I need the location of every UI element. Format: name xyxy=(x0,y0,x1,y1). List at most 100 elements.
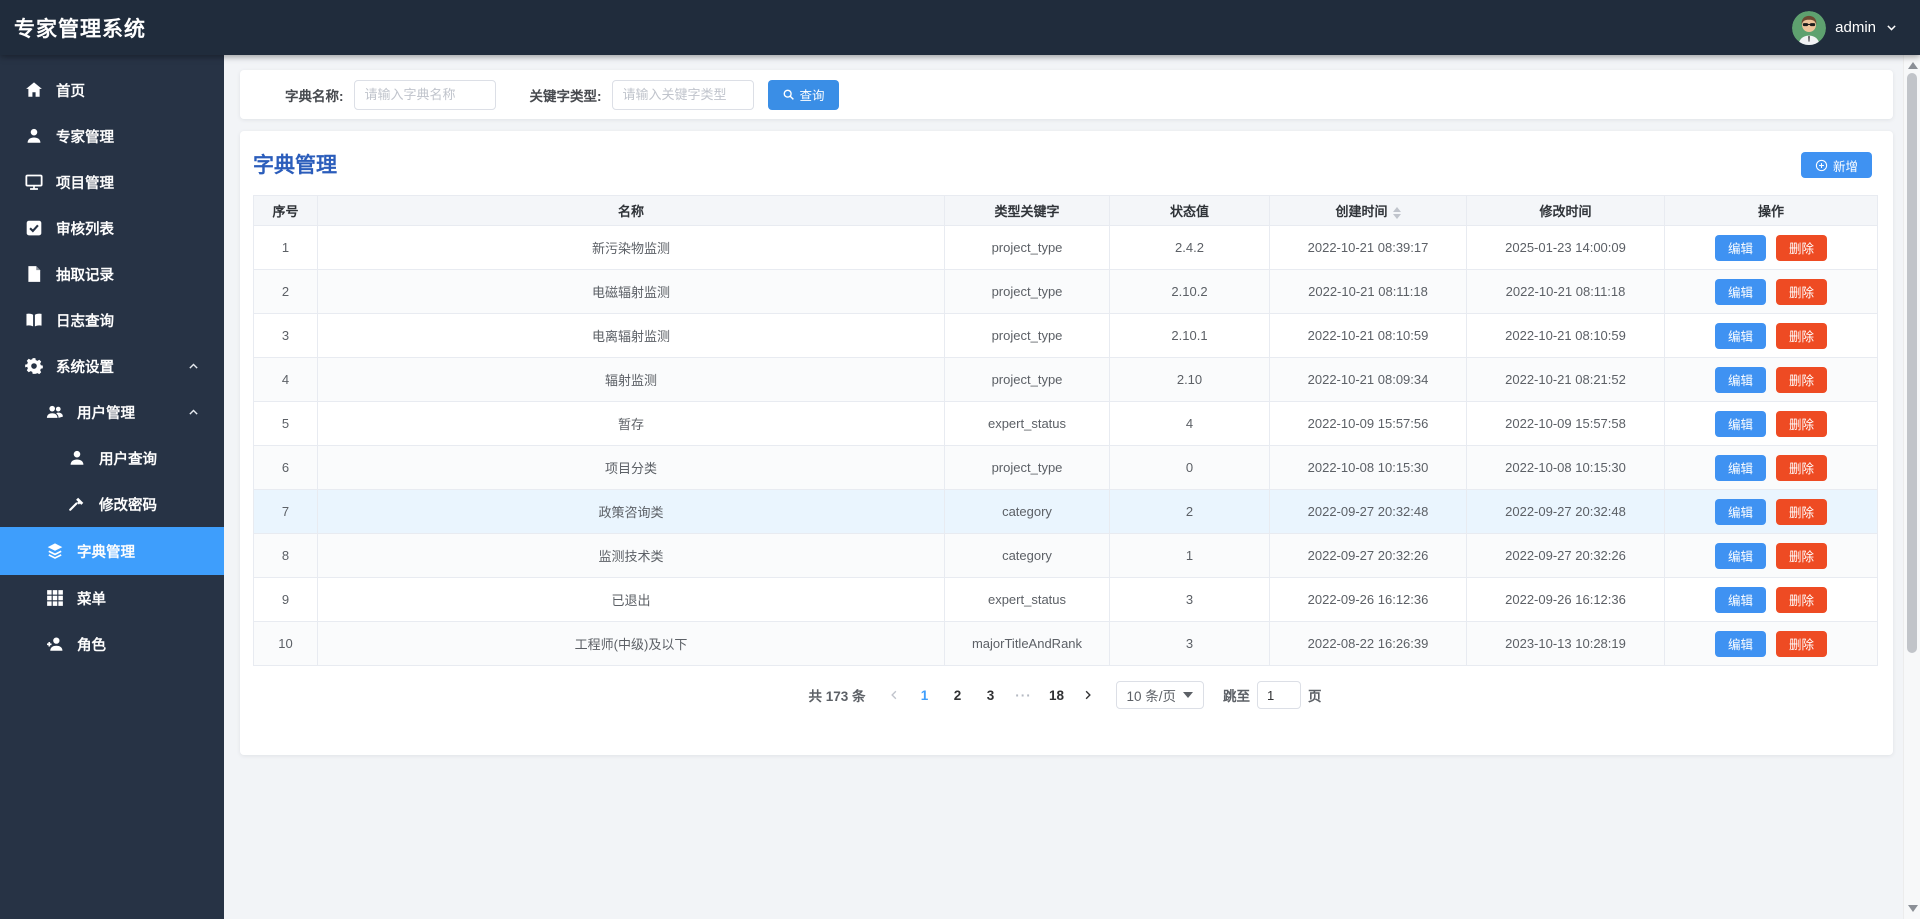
edit-button[interactable]: 编辑 xyxy=(1714,322,1766,349)
cell-no: 1 xyxy=(253,225,318,270)
delete-button[interactable]: 删除 xyxy=(1776,498,1828,525)
plus-circle-icon xyxy=(1815,159,1828,172)
cell-status: 3 xyxy=(1109,621,1270,666)
sidebar-item-审核列表[interactable]: 审核列表 xyxy=(0,205,224,251)
layers-icon xyxy=(46,542,64,560)
book-icon xyxy=(25,311,43,329)
edit-button[interactable]: 编辑 xyxy=(1714,234,1766,261)
sidebar: 首页专家管理项目管理审核列表抽取记录日志查询系统设置用户管理用户查询修改密码字典… xyxy=(0,55,224,919)
keyword-type-input[interactable] xyxy=(611,79,754,110)
page-numbers: 1 2 3 ··· 18 xyxy=(912,682,1070,708)
delete-button[interactable]: 删除 xyxy=(1776,454,1828,481)
edit-button[interactable]: 编辑 xyxy=(1714,366,1766,393)
scroll-up-icon[interactable] xyxy=(1908,62,1918,69)
chevron-up-icon[interactable] xyxy=(187,406,200,419)
dictionary-table: 序号 名称 类型关键字 状态值 创建时间 修改时间 操作 1 新污染物监测 project_ty… xyxy=(253,195,1878,666)
sidebar-item-菜单[interactable]: 菜单 xyxy=(0,575,224,621)
delete-button[interactable]: 删除 xyxy=(1776,542,1828,569)
sort-carets-icon[interactable] xyxy=(1392,206,1401,219)
edit-button[interactable]: 编辑 xyxy=(1714,410,1766,437)
sidebar-item-项目管理[interactable]: 项目管理 xyxy=(0,159,224,205)
sidebar-item-用户查询[interactable]: 用户查询 xyxy=(0,435,224,481)
cell-actions: 编辑 删除 xyxy=(1664,225,1878,270)
table-row: 2 电磁辐射监测 project_type 2.10.2 2022-10-21 08:1… xyxy=(253,269,1878,314)
delete-button[interactable]: 删除 xyxy=(1776,234,1828,261)
add-button[interactable]: 新增 xyxy=(1800,152,1872,178)
sidebar-item-label: 修改密码 xyxy=(99,497,157,514)
column-header[interactable]: 创建时间 xyxy=(1269,195,1467,226)
avatar[interactable] xyxy=(1792,10,1827,45)
table-row: 7 政策咨询类 category 2 2022-09-27 20:32:48 2022-0… xyxy=(253,489,1878,534)
delete-button[interactable]: 删除 xyxy=(1776,630,1828,657)
cell-created: 2022-10-09 15:57:56 xyxy=(1269,401,1467,446)
edit-button[interactable]: 编辑 xyxy=(1714,542,1766,569)
user-menu[interactable]: admin xyxy=(1792,10,1898,45)
edit-button[interactable]: 编辑 xyxy=(1714,630,1766,657)
vertical-scrollbar[interactable] xyxy=(1903,55,1920,919)
delete-button[interactable]: 删除 xyxy=(1776,322,1828,349)
column-header: 名称 xyxy=(317,195,945,226)
edit-button[interactable]: 编辑 xyxy=(1714,498,1766,525)
delete-button[interactable]: 删除 xyxy=(1776,366,1828,393)
edit-button[interactable]: 编辑 xyxy=(1714,454,1766,481)
sidebar-item-抽取记录[interactable]: 抽取记录 xyxy=(0,251,224,297)
page-title: 字典管理 xyxy=(253,154,337,177)
sidebar-item-label: 系统设置 xyxy=(56,359,114,376)
sidebar-item-角色[interactable]: 角色 xyxy=(0,621,224,667)
sidebar-item-日志查询[interactable]: 日志查询 xyxy=(0,297,224,343)
sidebar-item-用户管理[interactable]: 用户管理 xyxy=(0,389,224,435)
delete-button[interactable]: 删除 xyxy=(1776,586,1828,613)
table-header-row: 序号 名称 类型关键字 状态值 创建时间 修改时间 操作 xyxy=(253,195,1878,226)
sidebar-item-label: 菜单 xyxy=(77,591,106,608)
cell-created: 2022-09-26 16:12:36 xyxy=(1269,577,1467,622)
edit-button[interactable]: 编辑 xyxy=(1714,278,1766,305)
cell-modified: 2022-09-26 16:12:36 xyxy=(1466,577,1665,622)
jump-page-input[interactable] xyxy=(1257,681,1302,709)
cell-modified: 2022-10-21 08:11:18 xyxy=(1466,269,1665,314)
cell-modified: 2022-09-27 20:32:26 xyxy=(1466,533,1665,578)
cell-no: 4 xyxy=(253,357,318,402)
monitor-icon xyxy=(25,173,43,191)
page-number-18[interactable]: 18 xyxy=(1044,682,1070,708)
chevron-up-icon[interactable] xyxy=(187,360,200,373)
sidebar-item-系统设置[interactable]: 系统设置 xyxy=(0,343,224,389)
jump-label: 跳至 xyxy=(1223,689,1251,704)
page-size-select[interactable]: 10 条/页 xyxy=(1115,681,1205,709)
sidebar-item-label: 字典管理 xyxy=(77,544,135,561)
delete-button[interactable]: 删除 xyxy=(1776,410,1828,437)
prev-page-button[interactable] xyxy=(883,682,905,708)
page-number-2[interactable]: 2 xyxy=(945,682,971,708)
home-icon xyxy=(25,81,43,99)
cell-actions: 编辑 删除 xyxy=(1664,313,1878,358)
sidebar-item-首页[interactable]: 首页 xyxy=(0,67,224,113)
sidebar-item-label: 用户管理 xyxy=(77,405,135,422)
sidebar-item-label: 日志查询 xyxy=(56,313,114,330)
dict-name-input[interactable] xyxy=(353,79,496,110)
cell-type: expert_status xyxy=(944,577,1110,622)
cell-name: 电磁辐射监测 xyxy=(317,269,945,314)
page-number-1[interactable]: 1 xyxy=(912,682,938,708)
scroll-down-icon[interactable] xyxy=(1908,905,1918,912)
sidebar-item-修改密码[interactable]: 修改密码 xyxy=(0,481,224,527)
users-icon xyxy=(46,403,64,421)
page-number-3[interactable]: 3 xyxy=(978,682,1004,708)
cell-created: 2022-10-21 08:10:59 xyxy=(1269,313,1467,358)
sidebar-item-label: 角色 xyxy=(77,637,106,654)
user-icon xyxy=(68,449,86,467)
search-button[interactable]: 查询 xyxy=(767,79,839,110)
scrollbar-thumb[interactable] xyxy=(1907,73,1917,653)
sidebar-item-label: 专家管理 xyxy=(56,129,114,146)
cell-actions: 编辑 删除 xyxy=(1664,621,1878,666)
cell-no: 3 xyxy=(253,313,318,358)
sidebar-item-字典管理[interactable]: 字典管理 xyxy=(0,527,224,575)
cell-created: 2022-08-22 16:26:39 xyxy=(1269,621,1467,666)
table-row: 3 电离辐射监测 project_type 2.10.1 2022-10-21 08:1… xyxy=(253,313,1878,358)
table-row: 9 已退出 expert_status 3 2022-09-26 16:12:36 202… xyxy=(253,577,1878,622)
delete-button[interactable]: 删除 xyxy=(1776,278,1828,305)
sidebar-item-label: 审核列表 xyxy=(56,221,114,238)
sidebar-item-专家管理[interactable]: 专家管理 xyxy=(0,113,224,159)
pagination: 共 173 条 123 ··· 18 10 条/页 跳至 页 xyxy=(253,681,1877,709)
next-page-button[interactable] xyxy=(1077,682,1099,708)
edit-button[interactable]: 编辑 xyxy=(1714,586,1766,613)
cell-name: 辐射监测 xyxy=(317,357,945,402)
